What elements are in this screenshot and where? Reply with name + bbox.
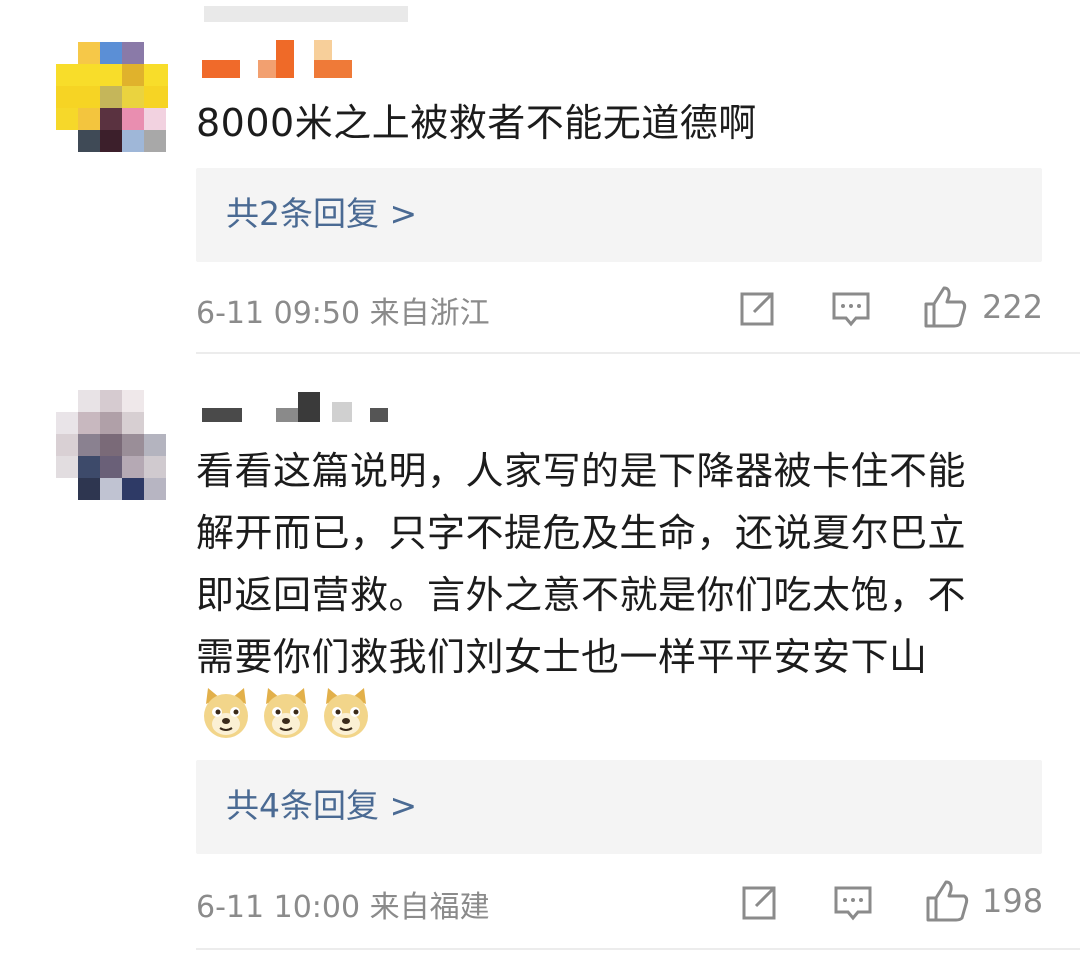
top-divider	[204, 6, 408, 22]
like-icon[interactable]	[922, 284, 968, 330]
doge-emoji	[324, 688, 368, 738]
like-count: 222	[982, 288, 1044, 326]
like-icon[interactable]	[924, 878, 970, 924]
avatar[interactable]	[56, 390, 168, 502]
share-icon[interactable]	[736, 288, 778, 330]
username-obscured[interactable]	[202, 40, 352, 80]
comment-text-line-3: 即返回营救。言外之意不就是你们吃太饱，不	[196, 573, 967, 617]
view-replies-link[interactable]: 共4条回复 >	[226, 786, 417, 826]
like-count: 198	[982, 882, 1044, 920]
doge-emoji	[204, 688, 248, 738]
doge-emoji	[264, 688, 308, 738]
username-obscured[interactable]	[202, 392, 392, 426]
comment-text-line-4: 需要你们救我们刘女士也一样平平安安下山	[196, 635, 928, 679]
comment-divider	[196, 948, 1080, 950]
replies-box[interactable]: 共4条回复 >	[196, 760, 1042, 854]
comment-icon[interactable]	[830, 288, 872, 330]
share-icon[interactable]	[738, 882, 780, 924]
comment-meta: 6-11 10:00 来自福建	[196, 890, 490, 925]
comment-divider	[196, 352, 1080, 354]
comment-text: 8000米之上被救者不能无道德啊	[196, 101, 757, 145]
comment-text-line-1: 看看这篇说明，人家写的是下降器被卡住不能	[196, 449, 967, 493]
view-replies-link[interactable]: 共2条回复 >	[226, 194, 417, 234]
comment-text-line-2: 解开而已，只字不提危及生命，还说夏尔巴立	[196, 511, 967, 555]
comment-icon[interactable]	[832, 882, 874, 924]
replies-box[interactable]: 共2条回复 >	[196, 168, 1042, 262]
comment-meta: 6-11 09:50 来自浙江	[196, 296, 490, 331]
avatar[interactable]	[56, 42, 168, 154]
